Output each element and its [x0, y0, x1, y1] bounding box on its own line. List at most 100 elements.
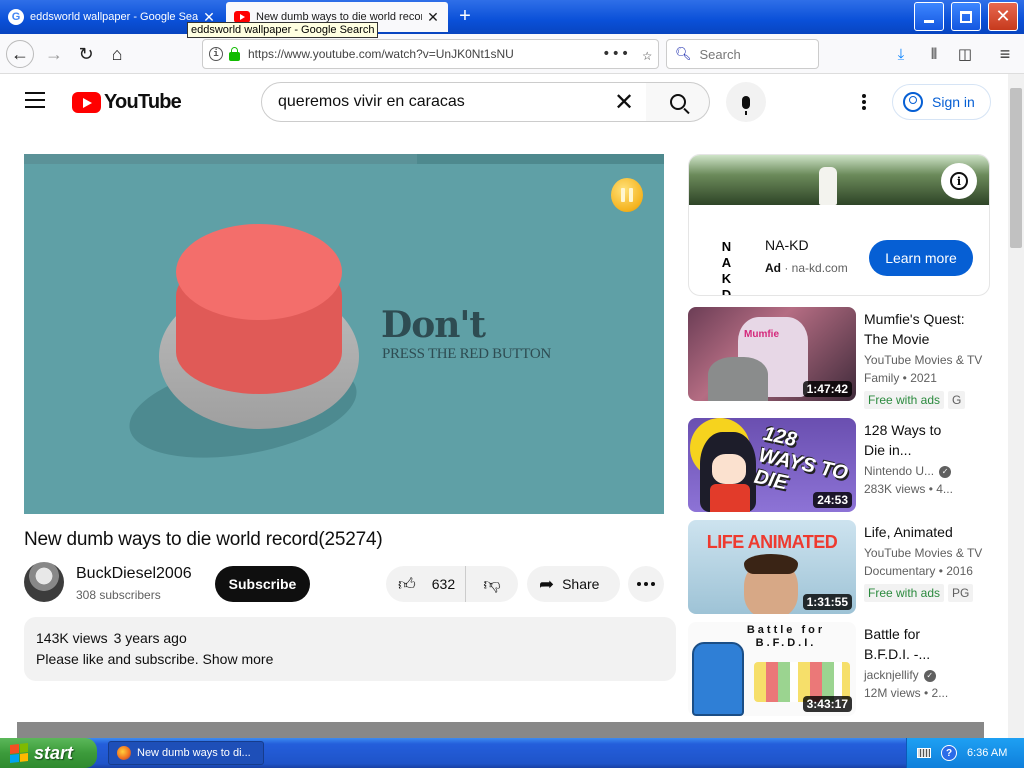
description-box[interactable]: 143K views 3 years ago Please like and su…: [24, 617, 676, 681]
free-with-ads-badge: Free with ads: [864, 391, 945, 409]
more-actions-button[interactable]: [628, 566, 664, 602]
nakd-logo: N A K D: [721, 239, 737, 296]
recommendation-badges: Free with ads G: [864, 391, 966, 409]
recommendation-channel[interactable]: Nintendo U... ✓: [864, 464, 952, 478]
learn-more-button[interactable]: Learn more: [869, 240, 973, 276]
youtube-search-input[interactable]: queremos vivir en caracas ✕: [261, 82, 647, 122]
lock-icon: [229, 46, 240, 61]
maximize-button[interactable]: [951, 2, 981, 31]
library-icon[interactable]: ⫴: [923, 43, 945, 65]
download-icon[interactable]: ⤓: [890, 43, 912, 65]
ad-info-button[interactable]: i: [941, 163, 977, 199]
video-title: New dumb ways to die world record(25274): [24, 529, 383, 550]
recommendation-item[interactable]: Mumfie 1:47:42 Mumfie's Quest: The Movie…: [688, 307, 988, 409]
bookmark-star-icon[interactable]: ☆: [642, 45, 652, 64]
scrollbar-thumb[interactable]: [1010, 88, 1022, 248]
player-top-band: [24, 154, 664, 164]
video-thumbnail[interactable]: 128 WAYS TO DIE 24:53: [688, 418, 856, 512]
sign-in-button[interactable]: Sign in: [892, 84, 991, 120]
channel-name: Nintendo U...: [864, 464, 935, 478]
ad-subline: Ad · na-kd.com: [765, 261, 848, 275]
search-placeholder: Search: [699, 46, 741, 62]
channel-avatar[interactable]: [24, 562, 64, 602]
close-tab-icon[interactable]: ✕: [426, 10, 440, 24]
recommendation-item[interactable]: Battle for B.F.D.I. 3:43:17 Battle for B…: [688, 622, 988, 716]
verified-check-icon: ✓: [939, 465, 952, 478]
recommendation-title[interactable]: Mumfie's Quest: The Movie: [864, 309, 984, 349]
video-thumbnail[interactable]: Battle for B.F.D.I. 3:43:17: [688, 622, 856, 716]
recommendation-item[interactable]: LIFE ANIMATED 1:31:55 Life, Animated You…: [688, 520, 988, 614]
share-button[interactable]: ➦ Share: [527, 566, 620, 602]
screen: G eddsworld wallpaper - Google Search ✕ …: [0, 0, 1024, 768]
home-button[interactable]: ⌂: [103, 40, 131, 68]
minimize-button[interactable]: [914, 2, 944, 31]
title-line: 128 Ways to: [864, 422, 942, 438]
firefox-icon: [117, 746, 131, 760]
ad-domain: na-kd.com: [791, 261, 848, 275]
recommendation-channel[interactable]: jacknjellify ✓: [864, 668, 936, 682]
thumbs-down-icon: 👎︎: [483, 574, 501, 594]
minimize-icon: [924, 20, 934, 23]
page-bottom-strip: [17, 722, 984, 738]
browser-search-bar[interactable]: 🔍︎ Search: [666, 39, 819, 69]
close-window-button[interactable]: ✕: [988, 2, 1018, 31]
youtube-logo[interactable]: YouTube: [72, 91, 182, 114]
tab-tooltip: eddsworld wallpaper - Google Search: [187, 22, 379, 38]
video-duration: 3:43:17: [802, 696, 852, 712]
verified-check-icon: ✓: [923, 669, 936, 682]
recommendation-title[interactable]: 128 Ways to Die in...: [864, 420, 984, 460]
forward-button[interactable]: →: [40, 40, 68, 68]
pause-icon[interactable]: [611, 178, 643, 212]
view-count: 143K views: [36, 630, 108, 646]
page-scrollbar[interactable]: [1008, 74, 1024, 738]
show-more-link[interactable]: Show more: [203, 651, 274, 667]
video-duration: 24:53: [813, 492, 852, 508]
subscribe-button[interactable]: Subscribe: [215, 566, 310, 602]
title-line: B.F.D.I. -...: [864, 646, 931, 662]
recommendation-title[interactable]: Life, Animated: [864, 522, 984, 542]
reload-button[interactable]: ↻: [72, 40, 100, 68]
dislike-button[interactable]: 👎︎: [466, 574, 518, 595]
search-icon: 🔍︎: [675, 46, 692, 61]
title-line: Battle for: [864, 626, 921, 642]
ad-advertiser-name[interactable]: NA-KD: [765, 237, 809, 253]
like-button[interactable]: 👍︎ 632: [386, 566, 466, 602]
youtube-search-button[interactable]: [646, 82, 710, 122]
video-player[interactable]: Don't PRESS THE RED BUTTON: [24, 154, 664, 514]
clear-search-icon[interactable]: ✕: [608, 88, 640, 117]
recommendation-title[interactable]: Battle for B.F.D.I. -...: [864, 624, 984, 664]
back-button[interactable]: ←: [6, 40, 34, 68]
ad-card[interactable]: i N A K D NA-KD Ad · na-kd.com Learn mor…: [688, 154, 990, 296]
start-button[interactable]: start: [0, 738, 97, 768]
sidebar-icon[interactable]: ◫: [954, 43, 976, 65]
account-icon: [903, 92, 923, 112]
voice-search-button[interactable]: [726, 82, 766, 122]
video-thumbnail[interactable]: LIFE ANIMATED 1:31:55: [688, 520, 856, 614]
like-count: 632: [431, 576, 456, 592]
clock[interactable]: 6:36 AM: [967, 747, 1007, 759]
title-line: Die in...: [864, 442, 912, 458]
recommendation-channel[interactable]: YouTube Movies & TV: [864, 546, 982, 560]
settings-kebab-icon[interactable]: [852, 90, 876, 114]
video-thumbnail[interactable]: Mumfie 1:47:42: [688, 307, 856, 401]
keyboard-icon[interactable]: [917, 748, 931, 758]
new-tab-button[interactable]: +: [452, 4, 478, 30]
taskbar-firefox-window[interactable]: New dumb ways to di...: [108, 741, 264, 765]
page-actions-icon[interactable]: •••: [602, 46, 630, 62]
search-query[interactable]: queremos vivir en caracas: [278, 93, 608, 111]
hamburger-menu-icon[interactable]: ≡: [994, 43, 1016, 65]
recommendation-channel[interactable]: YouTube Movies & TV: [864, 353, 982, 367]
help-icon[interactable]: ?: [941, 745, 957, 761]
recommendation-badges: Free with ads PG: [864, 584, 974, 602]
site-info-icon[interactable]: i: [209, 47, 223, 61]
guide-menu-icon[interactable]: [25, 92, 45, 108]
start-label: start: [34, 742, 74, 763]
youtube-logo-text: YouTube: [104, 91, 182, 113]
address-bar[interactable]: i https://www.youtube.com/watch?v=UnJK0N…: [202, 39, 659, 69]
share-arrow-icon: ➦: [539, 573, 555, 594]
channel-name[interactable]: BuckDiesel2006: [76, 565, 192, 583]
url-text[interactable]: https://www.youtube.com/watch?v=UnJK0Nt1…: [248, 47, 596, 61]
recommendation-item[interactable]: 128 WAYS TO DIE 24:53 128 Ways to Die in…: [688, 418, 988, 512]
description-text: Please like and subscribe. Show more: [36, 651, 664, 667]
youtube-play-logo-icon: [72, 92, 101, 113]
